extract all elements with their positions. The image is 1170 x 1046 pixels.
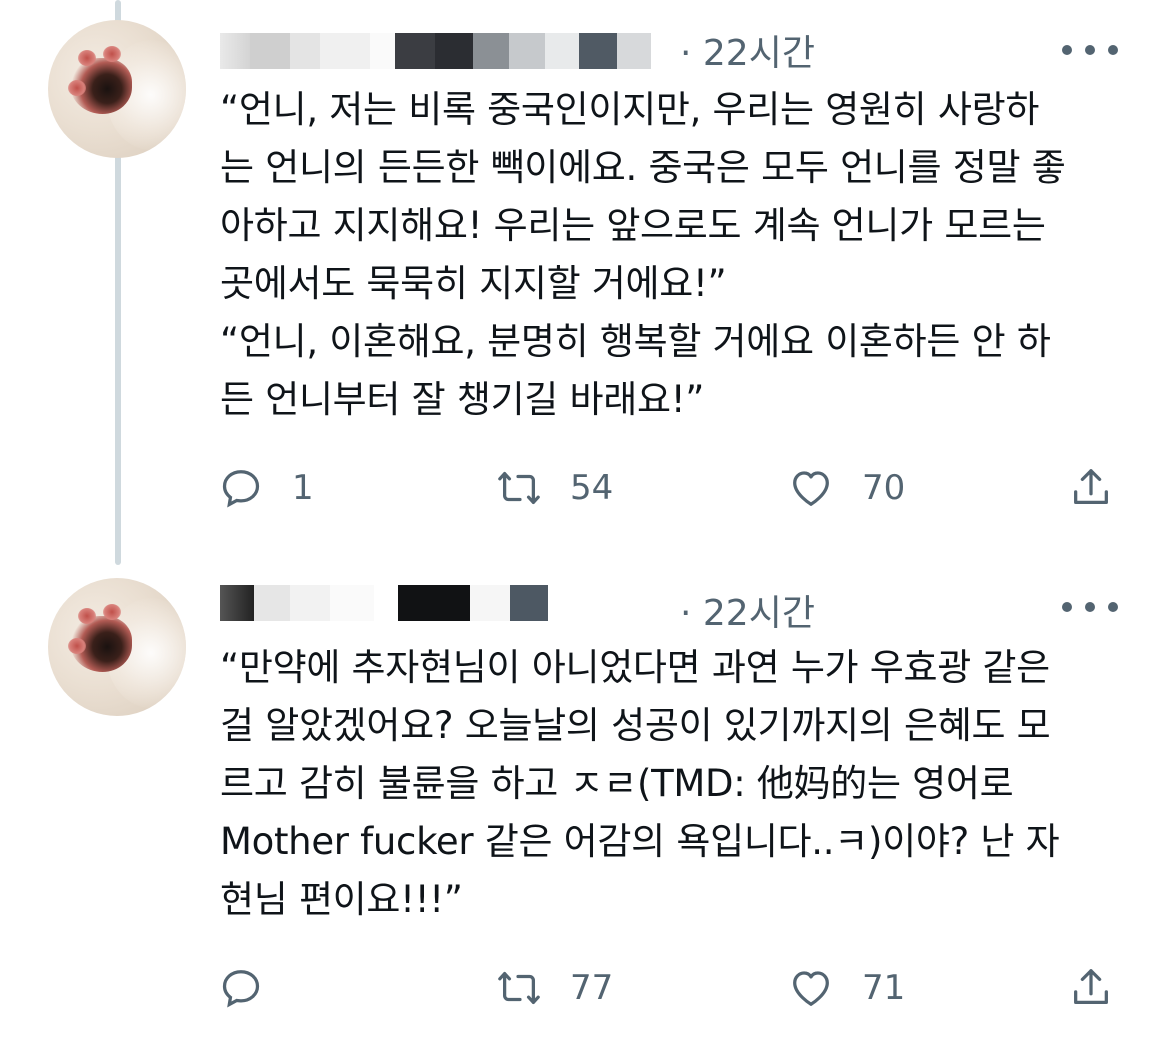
share-icon <box>1074 969 1108 1005</box>
reply-count: 1 <box>292 468 314 508</box>
reply-button[interactable] <box>218 963 292 1013</box>
reply-icon <box>222 470 260 508</box>
like-count: 70 <box>862 468 906 508</box>
heart-icon <box>793 471 829 506</box>
retweet-count: 77 <box>570 968 614 1008</box>
reply-icon <box>222 970 260 1008</box>
author-name-redacted[interactable] <box>220 26 651 76</box>
more-icon[interactable] <box>1062 44 1118 56</box>
retweet-button[interactable]: 54 <box>496 463 613 513</box>
share-icon <box>1074 469 1108 505</box>
tweet-text: “만약에 추자현님이 아니었다면 과연 누가 우효광 같은 걸 알았겠어요? 오… <box>220 646 1060 921</box>
tweet-actions: 77 71 <box>218 963 1118 1013</box>
like-button[interactable]: 70 <box>788 463 905 513</box>
retweet-button[interactable]: 77 <box>496 963 613 1013</box>
tweet-text: “언니, 저는 비록 중국인이지만, 우리는 영원히 사랑하 는 언니의 든든한… <box>220 88 1066 421</box>
tweet-actions: 1 54 70 <box>218 463 1118 513</box>
reply-button[interactable]: 1 <box>218 463 314 513</box>
author-name-redacted[interactable] <box>220 578 548 628</box>
tweet-timestamp[interactable]: · 22시간 <box>680 24 815 76</box>
avatar[interactable] <box>48 578 186 716</box>
heart-icon <box>793 971 829 1006</box>
retweet-count: 54 <box>570 468 614 508</box>
retweet-icon <box>498 971 540 1005</box>
share-button[interactable] <box>1068 963 1114 1013</box>
avatar[interactable] <box>48 20 186 158</box>
like-count: 71 <box>862 968 906 1008</box>
more-icon[interactable] <box>1062 601 1118 613</box>
like-button[interactable]: 71 <box>788 963 905 1013</box>
retweet-icon <box>498 471 540 505</box>
share-button[interactable] <box>1068 463 1114 513</box>
tweet-timestamp[interactable]: · 22시간 <box>680 584 815 636</box>
